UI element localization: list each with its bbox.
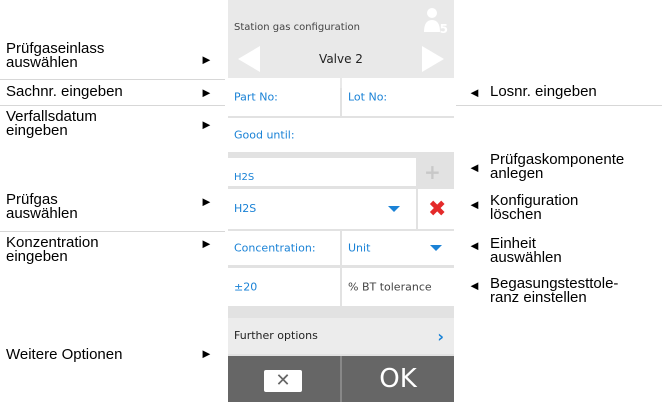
screen-title: Station gas configuration <box>234 22 360 33</box>
annotation-text: auswählen <box>6 54 78 71</box>
unit-select[interactable]: Unit <box>342 231 454 265</box>
tolerance-label: % BT tolerance <box>348 280 432 294</box>
annotation-left-3: Verfallsdatum eingeben <box>6 109 196 139</box>
annotation-left-5: Konzentration eingeben <box>6 235 196 265</box>
lot-no-field[interactable]: Lot No: <box>342 78 454 116</box>
annotation-text: eingeben <box>6 248 68 265</box>
part-no-label: Part No: <box>234 90 278 104</box>
annotation-left-2: Sachnr. eingeben <box>6 83 196 100</box>
gas-select-value: H2S <box>234 202 257 215</box>
valve-label: Valve 2 <box>319 52 363 66</box>
tolerance-value: ±20 <box>234 280 258 294</box>
chevron-down-icon <box>430 245 442 251</box>
ok-button[interactable]: OK <box>342 364 454 394</box>
annotation-right-4: Einheit auswählen <box>490 236 660 266</box>
arrow-right-icon: ► <box>200 194 213 209</box>
further-options-button[interactable]: Further options › <box>228 318 454 354</box>
prev-valve-button[interactable] <box>234 44 264 74</box>
arrow-left-icon: ◄ <box>468 278 481 293</box>
concentration-field[interactable]: Concentration: <box>228 231 340 265</box>
lot-no-label: Lot No: <box>348 90 388 104</box>
bottom-bar: ✕ OK <box>228 356 454 402</box>
annotation-left-4: Prüfgas auswählen <box>6 192 196 222</box>
arrow-left-icon: ◄ <box>468 85 481 100</box>
tolerance-label-field: % BT tolerance <box>342 268 454 306</box>
unit-value: Unit <box>348 241 371 255</box>
annotation-right-5: Begasungstestto­le- ranz einstellen <box>490 276 660 306</box>
chevron-right-icon: › <box>437 327 444 346</box>
user-badge: 5 <box>439 22 448 36</box>
divider <box>456 105 662 106</box>
annotation-text: Weitere Optionen <box>6 346 123 363</box>
good-until-field[interactable]: Good until: <box>228 118 454 152</box>
concentration-label: Concentration: <box>234 241 316 255</box>
divider <box>0 231 225 232</box>
next-valve-button[interactable] <box>418 44 448 74</box>
annotation-text: ranz einstellen <box>490 289 587 306</box>
divider <box>0 79 225 80</box>
close-icon: ✖ <box>428 197 447 222</box>
arrow-left-icon: ◄ <box>468 160 481 175</box>
annotation-text: löschen <box>490 206 542 223</box>
good-until-label: Good until: <box>234 128 295 142</box>
arrow-left-icon: ◄ <box>468 238 481 253</box>
add-component-button[interactable]: + <box>424 160 441 184</box>
annotation-right-2: Prüfgaskomponente anlegen <box>490 152 660 182</box>
gas-select[interactable]: H2S <box>228 189 416 229</box>
header: Station gas configuration 5 Valve 2 <box>228 0 454 88</box>
arrow-left-icon: ◄ <box>468 197 481 212</box>
annotation-right-3: Konfiguration löschen <box>490 193 660 223</box>
arrow-right-icon: ► <box>200 85 213 100</box>
annotation-left-6: Weitere Optionen <box>6 346 196 363</box>
annotation-left-1: Prüfgaseinlass auswählen <box>6 41 196 71</box>
divider <box>0 105 225 106</box>
delete-configuration-button[interactable]: ✖ <box>418 189 454 229</box>
chevron-down-icon <box>388 206 400 212</box>
gas-component-label: H2S <box>234 172 255 183</box>
annotation-text: Sachnr. eingeben <box>6 83 123 100</box>
part-no-field[interactable]: Part No: <box>228 78 340 116</box>
tolerance-value-field[interactable]: ±20 <box>228 268 340 306</box>
annotation-text: Losnr. eingeben <box>490 83 597 100</box>
annotation-text: anlegen <box>490 165 544 182</box>
further-options-label: Further options <box>234 329 318 342</box>
arrow-right-icon: ► <box>200 117 213 132</box>
device-screen: Station gas configuration 5 Valve 2 Part… <box>228 0 454 402</box>
arrow-right-icon: ► <box>200 236 213 251</box>
annotation-text: auswählen <box>6 205 78 222</box>
cancel-button[interactable]: ✕ <box>264 370 302 392</box>
close-icon: ✕ <box>275 370 291 391</box>
annotation-text: eingeben <box>6 122 68 139</box>
arrow-right-icon: ► <box>200 52 213 67</box>
annotation-right-1: Losnr. eingeben <box>490 83 660 100</box>
arrow-right-icon: ► <box>200 346 213 361</box>
annotation-text: auswählen <box>490 249 562 266</box>
gas-component-tab[interactable]: H2S <box>228 158 416 186</box>
